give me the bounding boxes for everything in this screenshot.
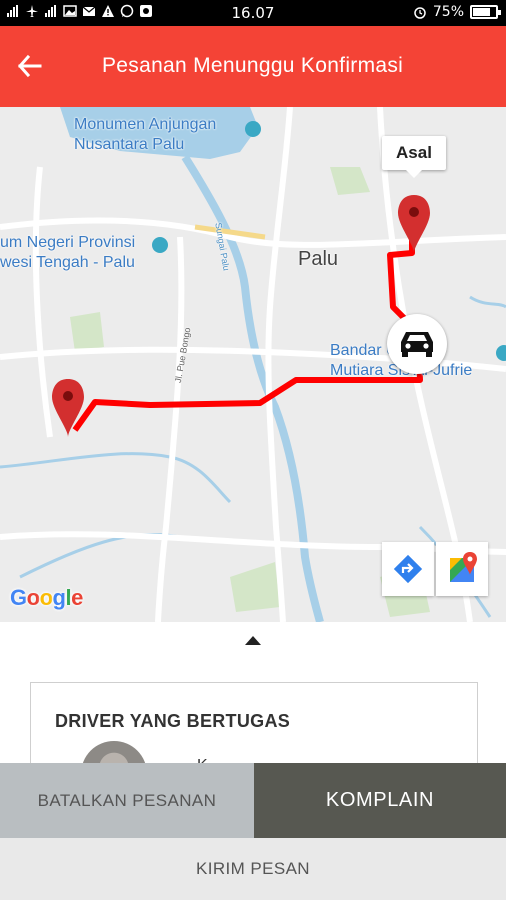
alarm-icon — [413, 5, 427, 19]
map-view[interactable]: Monumen Anjungan Nusantara Palu um Neger… — [0, 107, 506, 622]
driver-car-marker[interactable] — [387, 314, 447, 374]
museum-poi-icon[interactable] — [152, 237, 168, 253]
app-bar: Pesanan Menunggu Konfirmasi — [0, 26, 506, 107]
directions-button[interactable] — [382, 542, 434, 596]
status-bar: 16.07 75% — [0, 0, 506, 26]
google-maps-icon — [450, 552, 477, 582]
google-logo: Google — [10, 585, 83, 610]
arrow-back-icon — [17, 54, 42, 78]
origin-tooltip[interactable]: Asal — [382, 136, 446, 178]
battery-icon — [470, 5, 501, 19]
map-label-monument: Monumen Anjungan Nusantara Palu — [74, 116, 217, 153]
back-button[interactable] — [14, 46, 54, 86]
chevron-up-icon[interactable] — [245, 636, 261, 645]
map-label-museum: um Negeri Provinsi wesi Tengah - Palu — [0, 234, 136, 271]
send-message-button[interactable]: KIRIM PESAN — [0, 838, 506, 900]
page-title: Pesanan Menunggu Konfirmasi — [102, 54, 404, 77]
battery-percent: 75% — [432, 4, 464, 20]
open-maps-button[interactable] — [436, 542, 488, 596]
map-label-city: Palu — [298, 248, 339, 270]
complain-button[interactable]: KOMPLAIN — [254, 763, 506, 838]
directions-icon — [393, 554, 423, 584]
car-icon — [401, 332, 433, 357]
museum-poi-icon[interactable] — [245, 121, 261, 137]
driver-card-title: DRIVER YANG BERTUGAS — [55, 711, 291, 731]
cancel-order-button[interactable]: BATALKAN PESANAN — [0, 763, 254, 838]
airport-poi-icon[interactable] — [496, 345, 506, 361]
status-right: 75% — [413, 4, 501, 20]
